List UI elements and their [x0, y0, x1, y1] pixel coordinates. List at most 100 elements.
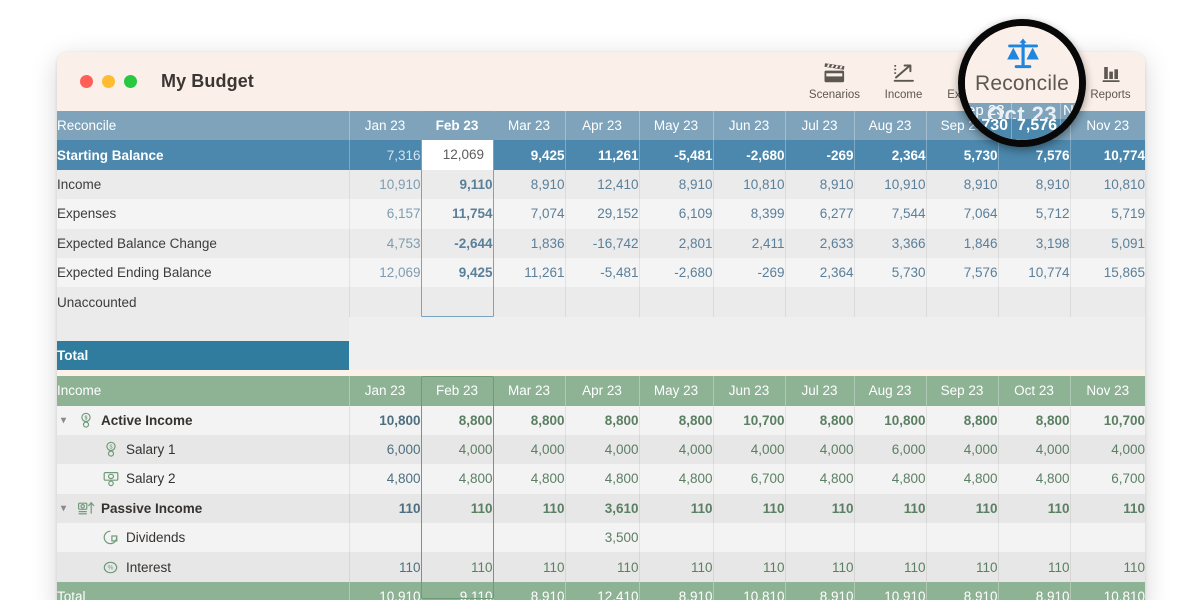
- cell[interactable]: 110: [492, 552, 565, 582]
- cell[interactable]: 7,064: [925, 199, 998, 229]
- inc-col-header-feb[interactable]: Feb 23: [420, 376, 493, 406]
- cell[interactable]: 3,610: [564, 493, 639, 524]
- cell[interactable]: 110: [1069, 552, 1145, 582]
- cell[interactable]: 11,261: [564, 140, 639, 170]
- cell[interactable]: 110: [1069, 493, 1145, 524]
- cell[interactable]: [853, 523, 926, 553]
- cell[interactable]: 8,800: [492, 405, 565, 435]
- cell[interactable]: 15,865: [1069, 257, 1145, 288]
- cell[interactable]: 6,157: [348, 199, 421, 229]
- inc-col-header-jun[interactable]: Jun 23: [712, 376, 785, 406]
- table-row[interactable]: Expenses 6,157 11,754 7,074 29,152 6,109…: [57, 199, 1145, 229]
- cell[interactable]: [564, 287, 639, 317]
- table-row[interactable]: ▾ Salary 2: [57, 464, 1145, 494]
- cell[interactable]: 110: [997, 552, 1070, 582]
- cell[interactable]: 110: [925, 552, 998, 582]
- cell[interactable]: 4,000: [1069, 434, 1145, 465]
- cell[interactable]: -5,481: [564, 257, 639, 288]
- cell[interactable]: [784, 287, 854, 317]
- cell[interactable]: -2,680: [638, 257, 713, 288]
- cell[interactable]: 12,069: [348, 257, 421, 288]
- table-row[interactable]: ▾ Passive Income 110 110 110 3,610 110 1…: [57, 493, 1145, 524]
- table-row[interactable]: Unaccounted: [57, 287, 1145, 317]
- cell[interactable]: 4,753: [348, 228, 421, 258]
- cell-selected[interactable]: -2,644: [420, 228, 493, 258]
- inc-col-header-oct[interactable]: Oct 23: [997, 376, 1070, 406]
- toolbar-item-reports[interactable]: Reports: [1076, 52, 1145, 101]
- cell[interactable]: 2,411: [712, 228, 785, 258]
- cell-selected[interactable]: [420, 523, 493, 553]
- cell[interactable]: 2,801: [638, 228, 713, 258]
- cell-selected[interactable]: 4,000: [420, 434, 493, 465]
- cell-selected[interactable]: [420, 287, 493, 317]
- col-header-apr[interactable]: Apr 23: [564, 111, 639, 141]
- cell[interactable]: 2,364: [853, 140, 926, 170]
- cell[interactable]: 1,836: [492, 228, 565, 258]
- cell[interactable]: [925, 287, 998, 317]
- cell[interactable]: [348, 523, 421, 553]
- cell[interactable]: 4,800: [997, 464, 1070, 494]
- cell[interactable]: 4,800: [925, 464, 998, 494]
- cell-selected[interactable]: 9,425: [420, 257, 493, 288]
- cell[interactable]: 10,910: [853, 169, 926, 200]
- cell[interactable]: [925, 523, 998, 553]
- cell[interactable]: 12,410: [564, 169, 639, 200]
- cell-selected[interactable]: 11,754: [420, 199, 493, 229]
- cell[interactable]: 4,000: [784, 434, 854, 465]
- cell[interactable]: [638, 287, 713, 317]
- cell[interactable]: 110: [348, 493, 421, 524]
- cell[interactable]: -2,680: [712, 140, 785, 170]
- inc-col-header-jul[interactable]: Jul 23: [784, 376, 854, 406]
- cell[interactable]: 8,800: [784, 405, 854, 435]
- cell[interactable]: [1069, 523, 1145, 553]
- inc-col-header-aug[interactable]: Aug 23: [853, 376, 926, 406]
- cell[interactable]: 7,316: [348, 140, 421, 170]
- cell[interactable]: 110: [492, 493, 565, 524]
- cell-selected[interactable]: 4,800: [420, 464, 493, 494]
- col-header-jul[interactable]: Jul 23: [784, 111, 854, 141]
- cell[interactable]: 4,800: [564, 464, 639, 494]
- cell[interactable]: [1069, 287, 1145, 317]
- cell-selected[interactable]: 9,110: [420, 169, 493, 200]
- table-row[interactable]: Income 10,910 9,110 8,910 12,410 8,910 1…: [57, 169, 1145, 200]
- inc-col-header-may[interactable]: May 23: [638, 376, 713, 406]
- cell[interactable]: 8,399: [712, 199, 785, 229]
- cell[interactable]: -269: [712, 257, 785, 288]
- cell[interactable]: -5,481: [638, 140, 713, 170]
- cell[interactable]: 8,910: [638, 169, 713, 200]
- inc-col-header-apr[interactable]: Apr 23: [564, 376, 639, 406]
- cell[interactable]: 2,633: [784, 228, 854, 258]
- inc-col-header-nov[interactable]: Nov 23: [1069, 376, 1145, 406]
- chevron-down-icon[interactable]: ▾: [57, 415, 70, 426]
- cell[interactable]: 4,000: [492, 434, 565, 465]
- cell[interactable]: 1,846: [925, 228, 998, 258]
- table-row[interactable]: Expected Balance Change 4,753 -2,644 1,8…: [57, 228, 1145, 258]
- cell-selected[interactable]: 110: [420, 493, 493, 524]
- cell[interactable]: 7,544: [853, 199, 926, 229]
- cell[interactable]: -16,742: [564, 228, 639, 258]
- cell[interactable]: 3,366: [853, 228, 926, 258]
- cell[interactable]: 110: [925, 493, 998, 524]
- cell[interactable]: 10,810: [1069, 169, 1145, 200]
- inc-col-header-mar[interactable]: Mar 23: [492, 376, 565, 406]
- cell[interactable]: [492, 523, 565, 553]
- cell[interactable]: 10,774: [997, 257, 1070, 288]
- cell[interactable]: 110: [784, 552, 854, 582]
- cell[interactable]: 8,800: [997, 405, 1070, 435]
- cell[interactable]: 6,000: [348, 434, 421, 465]
- cell[interactable]: [712, 287, 785, 317]
- table-row[interactable]: Expected Ending Balance 12,069 9,425 11,…: [57, 257, 1145, 288]
- cell[interactable]: -269: [784, 140, 854, 170]
- cell[interactable]: 10,910: [348, 169, 421, 200]
- cell[interactable]: 4,800: [638, 464, 713, 494]
- cell[interactable]: 110: [784, 493, 854, 524]
- cell[interactable]: 11,261: [492, 257, 565, 288]
- cell[interactable]: 4,000: [925, 434, 998, 465]
- cell[interactable]: 4,800: [492, 464, 565, 494]
- cell[interactable]: 110: [638, 493, 713, 524]
- cell[interactable]: 6,700: [712, 464, 785, 494]
- cell[interactable]: [712, 523, 785, 553]
- cell[interactable]: [853, 287, 926, 317]
- cell[interactable]: 110: [997, 493, 1070, 524]
- cell[interactable]: 4,000: [712, 434, 785, 465]
